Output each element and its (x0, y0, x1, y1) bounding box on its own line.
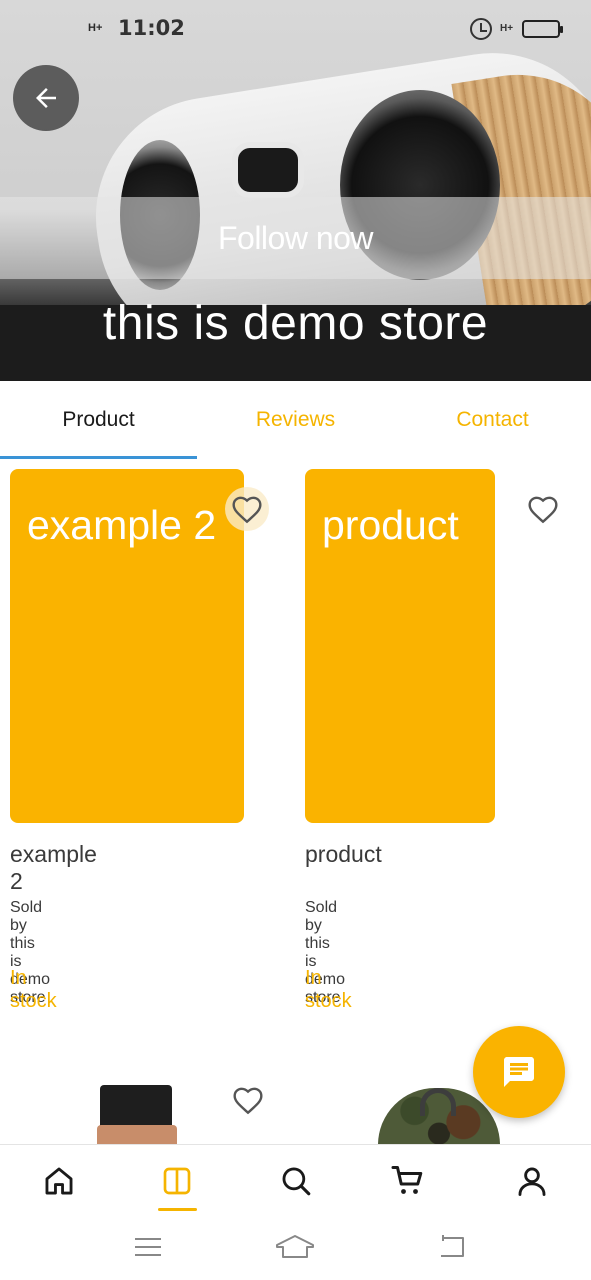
alarm-icon (470, 18, 492, 40)
product-name[interactable]: product (305, 841, 382, 868)
stock-status: In stock (10, 967, 57, 1012)
status-time: 11:02 (118, 16, 185, 40)
home-outline-icon (276, 1235, 314, 1258)
chat-button[interactable] (473, 1026, 565, 1118)
nav-home[interactable] (37, 1159, 81, 1203)
favorite-heart-icon[interactable] (226, 1078, 270, 1122)
product-image[interactable]: example 2 (10, 469, 244, 823)
profile-icon (518, 1167, 546, 1196)
favorite-heart-icon[interactable] (225, 487, 269, 531)
nav-store[interactable] (155, 1159, 199, 1203)
favorite-heart-icon[interactable] (521, 487, 565, 531)
nav-search[interactable] (274, 1159, 318, 1203)
follow-button[interactable]: Follow now (0, 197, 591, 279)
store-name: this is demo store (102, 297, 489, 350)
store-tabs: Product Reviews Contact (0, 381, 591, 459)
tab-contact[interactable]: Contact (394, 381, 591, 459)
back-button[interactable] (13, 65, 79, 131)
network-indicator: H+ (88, 22, 103, 34)
arrow-left-icon (36, 88, 56, 108)
back-icon (441, 1235, 464, 1257)
cart-icon (391, 1166, 423, 1194)
nav-active-indicator (158, 1208, 197, 1211)
nav-cart[interactable] (386, 1159, 430, 1203)
product-name[interactable]: example 2 (10, 841, 97, 895)
tab-indicator (0, 456, 197, 459)
menu-icon (135, 1238, 161, 1256)
nav-profile[interactable] (510, 1159, 554, 1203)
search-icon (282, 1167, 311, 1196)
battery-icon (522, 20, 563, 38)
status-bar: H+ 11:02 H+ (0, 0, 591, 62)
system-home-button[interactable] (275, 1230, 315, 1264)
system-navigation (0, 1220, 591, 1280)
home-icon (45, 1167, 73, 1195)
chat-icon (504, 1057, 534, 1087)
store-page: H+ 11:02 H+ Follow now this is demo stor… (0, 0, 591, 1280)
stock-status: In stock (305, 967, 352, 1012)
tab-product[interactable]: Product (0, 381, 197, 459)
system-menu-button[interactable] (128, 1230, 168, 1264)
system-back-button[interactable] (431, 1230, 471, 1264)
product-image[interactable]: product (305, 469, 495, 823)
store-banner: H+ 11:02 H+ Follow now this is demo stor… (0, 0, 591, 381)
store-icon (163, 1167, 191, 1195)
bottom-navigation (0, 1144, 591, 1220)
network-indicator-secondary: H+ (500, 23, 514, 34)
tab-reviews[interactable]: Reviews (197, 381, 394, 459)
follow-label: Follow now (217, 219, 374, 256)
